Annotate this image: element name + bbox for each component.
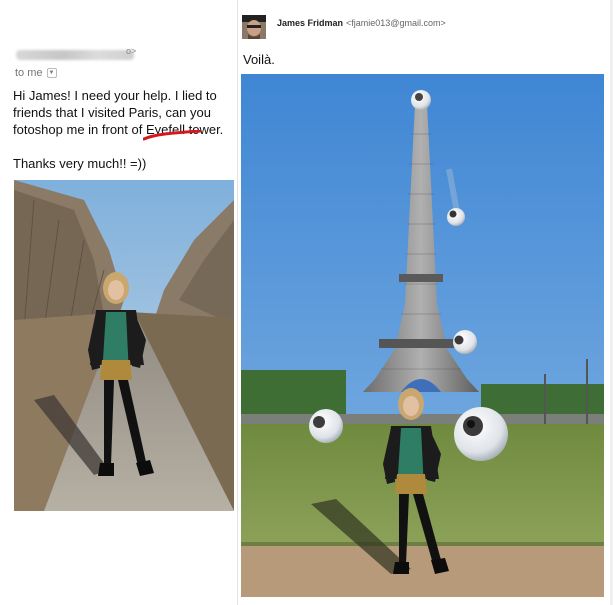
message-closing: Thanks very much!! =)): [13, 156, 147, 171]
incoming-email: o> to me ▼ Hi James! I need your help. I…: [0, 0, 238, 605]
sender-line: James Fridman <fjamie013@gmail.com>: [277, 18, 446, 28]
sender-name-redacted: [16, 50, 134, 60]
reply-body: Voilà.: [243, 52, 275, 67]
message-paragraph: Hi James! I need your help. I lied to fr…: [13, 87, 237, 138]
chevron-down-icon[interactable]: ▼: [46, 68, 57, 78]
sender-name[interactable]: James Fridman: [277, 18, 343, 28]
original-photo: [14, 180, 234, 511]
user-avatar[interactable]: [242, 15, 266, 39]
recipient-label: to me: [15, 67, 43, 79]
recipient-row[interactable]: to me ▼: [15, 67, 57, 79]
sender-email-tail: o>: [126, 46, 137, 56]
message-body: Hi James! I need your help. I lied to fr…: [13, 87, 237, 172]
edited-photo: [241, 74, 604, 597]
sender-email: <fjamie013@gmail.com>: [346, 18, 446, 28]
eyefell-tower-photo: [241, 74, 604, 597]
red-underline-mark: [143, 130, 201, 141]
country-road-photo: [14, 180, 234, 511]
reply-email: James Fridman <fjamie013@gmail.com> Voilà…: [238, 0, 613, 605]
avatar-icon: [242, 15, 266, 39]
